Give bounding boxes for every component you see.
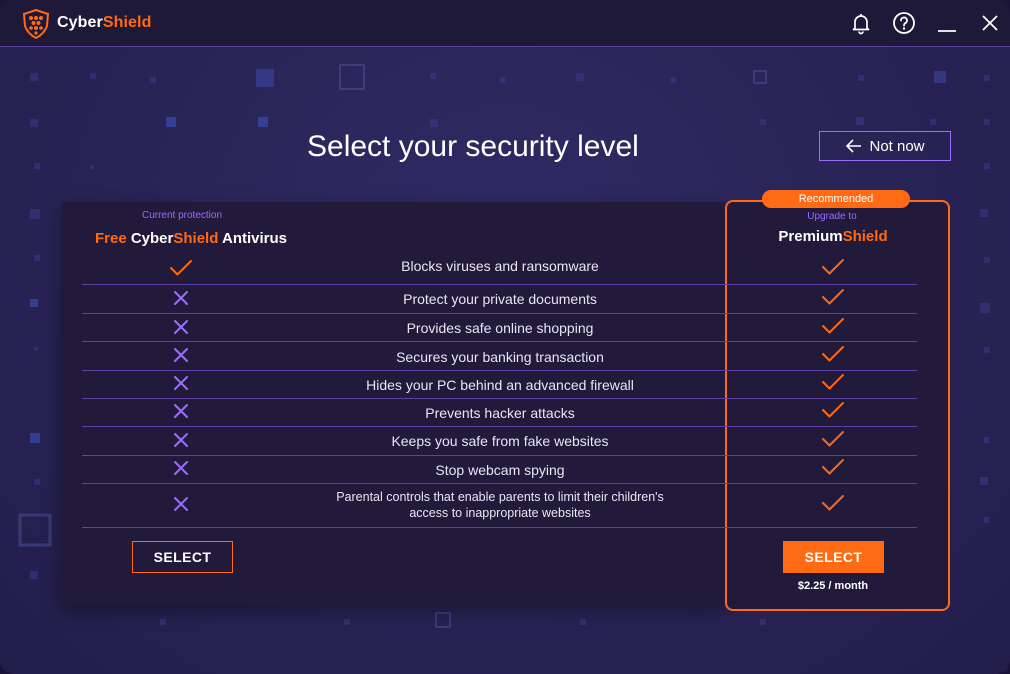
free-plan-title-part2: Cyber [130, 230, 174, 247]
row-divider [82, 527, 917, 528]
premium-price: $2.25 / month [797, 580, 869, 592]
check-icon [822, 346, 844, 362]
row-divider [82, 455, 917, 456]
row-divider [82, 483, 917, 484]
check-icon [822, 402, 844, 418]
recommended-badge: Recommended [762, 190, 910, 208]
cross-icon [174, 291, 188, 305]
minimize-icon[interactable] [935, 11, 959, 35]
row-divider [82, 426, 917, 427]
help-icon[interactable] [892, 11, 916, 35]
shield-icon [22, 9, 50, 39]
app-title-part1: Cyber [57, 14, 103, 31]
free-plan-title: Free CyberShield Antivirus [82, 230, 300, 247]
premium-plan-subtitle: Upgrade to [807, 211, 857, 222]
premium-select-button[interactable]: SELECT [783, 541, 884, 573]
cross-icon [174, 461, 188, 475]
close-icon[interactable] [978, 11, 1002, 35]
bell-icon[interactable] [849, 11, 873, 35]
check-icon [170, 260, 192, 276]
cross-icon [174, 320, 188, 334]
free-plan-title-part3: Shield [173, 230, 219, 247]
feature-label: Prevents hacker attacks [425, 405, 575, 421]
free-select-button[interactable]: SELECT [132, 541, 233, 573]
check-icon [822, 431, 844, 447]
cross-icon [174, 433, 188, 447]
check-icon [822, 495, 844, 511]
arrow-left-icon [846, 139, 862, 153]
feature-label: Keeps you safe from fake websites [391, 433, 609, 449]
feature-label: Blocks viruses and ransomware [401, 258, 599, 274]
app-title: CyberShield [57, 14, 151, 32]
row-divider [82, 398, 917, 399]
page-title: Select your security level [307, 130, 639, 163]
free-plan-title-part1: Free [94, 230, 131, 247]
cross-icon [174, 404, 188, 418]
not-now-button[interactable]: Not now [819, 131, 951, 161]
premium-plan-title-part2: Shield [842, 228, 888, 245]
row-divider [82, 313, 917, 314]
feature-label: Secures your banking transaction [396, 349, 604, 365]
cross-icon [174, 497, 188, 511]
free-plan-subtitle: Current protection [141, 210, 223, 221]
feature-label: Hides your PC behind an advanced firewal… [366, 377, 634, 393]
cross-icon [174, 376, 188, 390]
row-divider [82, 370, 917, 371]
title-bar: CyberShield [0, 0, 1010, 47]
check-icon [822, 459, 844, 475]
feature-label-line2: access to inappropriate websites [409, 506, 591, 520]
row-divider [82, 341, 917, 342]
app-title-part2: Shield [102, 14, 152, 31]
check-icon [822, 289, 844, 305]
feature-label: Protect your private documents [403, 291, 597, 307]
feature-label-line1: Parental controls that enable parents to… [336, 490, 664, 504]
feature-label: Parental controls that enable parents to… [300, 489, 700, 521]
check-icon [822, 318, 844, 334]
feature-label: Stop webcam spying [435, 462, 565, 478]
row-divider [82, 284, 917, 285]
cross-icon [174, 348, 188, 362]
check-icon [822, 374, 844, 390]
feature-label: Provides safe online shopping [406, 320, 594, 336]
app-window: CyberShield Select your security level N… [0, 0, 1010, 674]
not-now-label: Not now [869, 137, 925, 155]
premium-plan-title-part1: Premium [778, 228, 843, 245]
free-plan-title-part4: Antivirus [218, 230, 288, 247]
premium-plan-title: PremiumShield [736, 228, 930, 245]
check-icon [822, 259, 844, 275]
